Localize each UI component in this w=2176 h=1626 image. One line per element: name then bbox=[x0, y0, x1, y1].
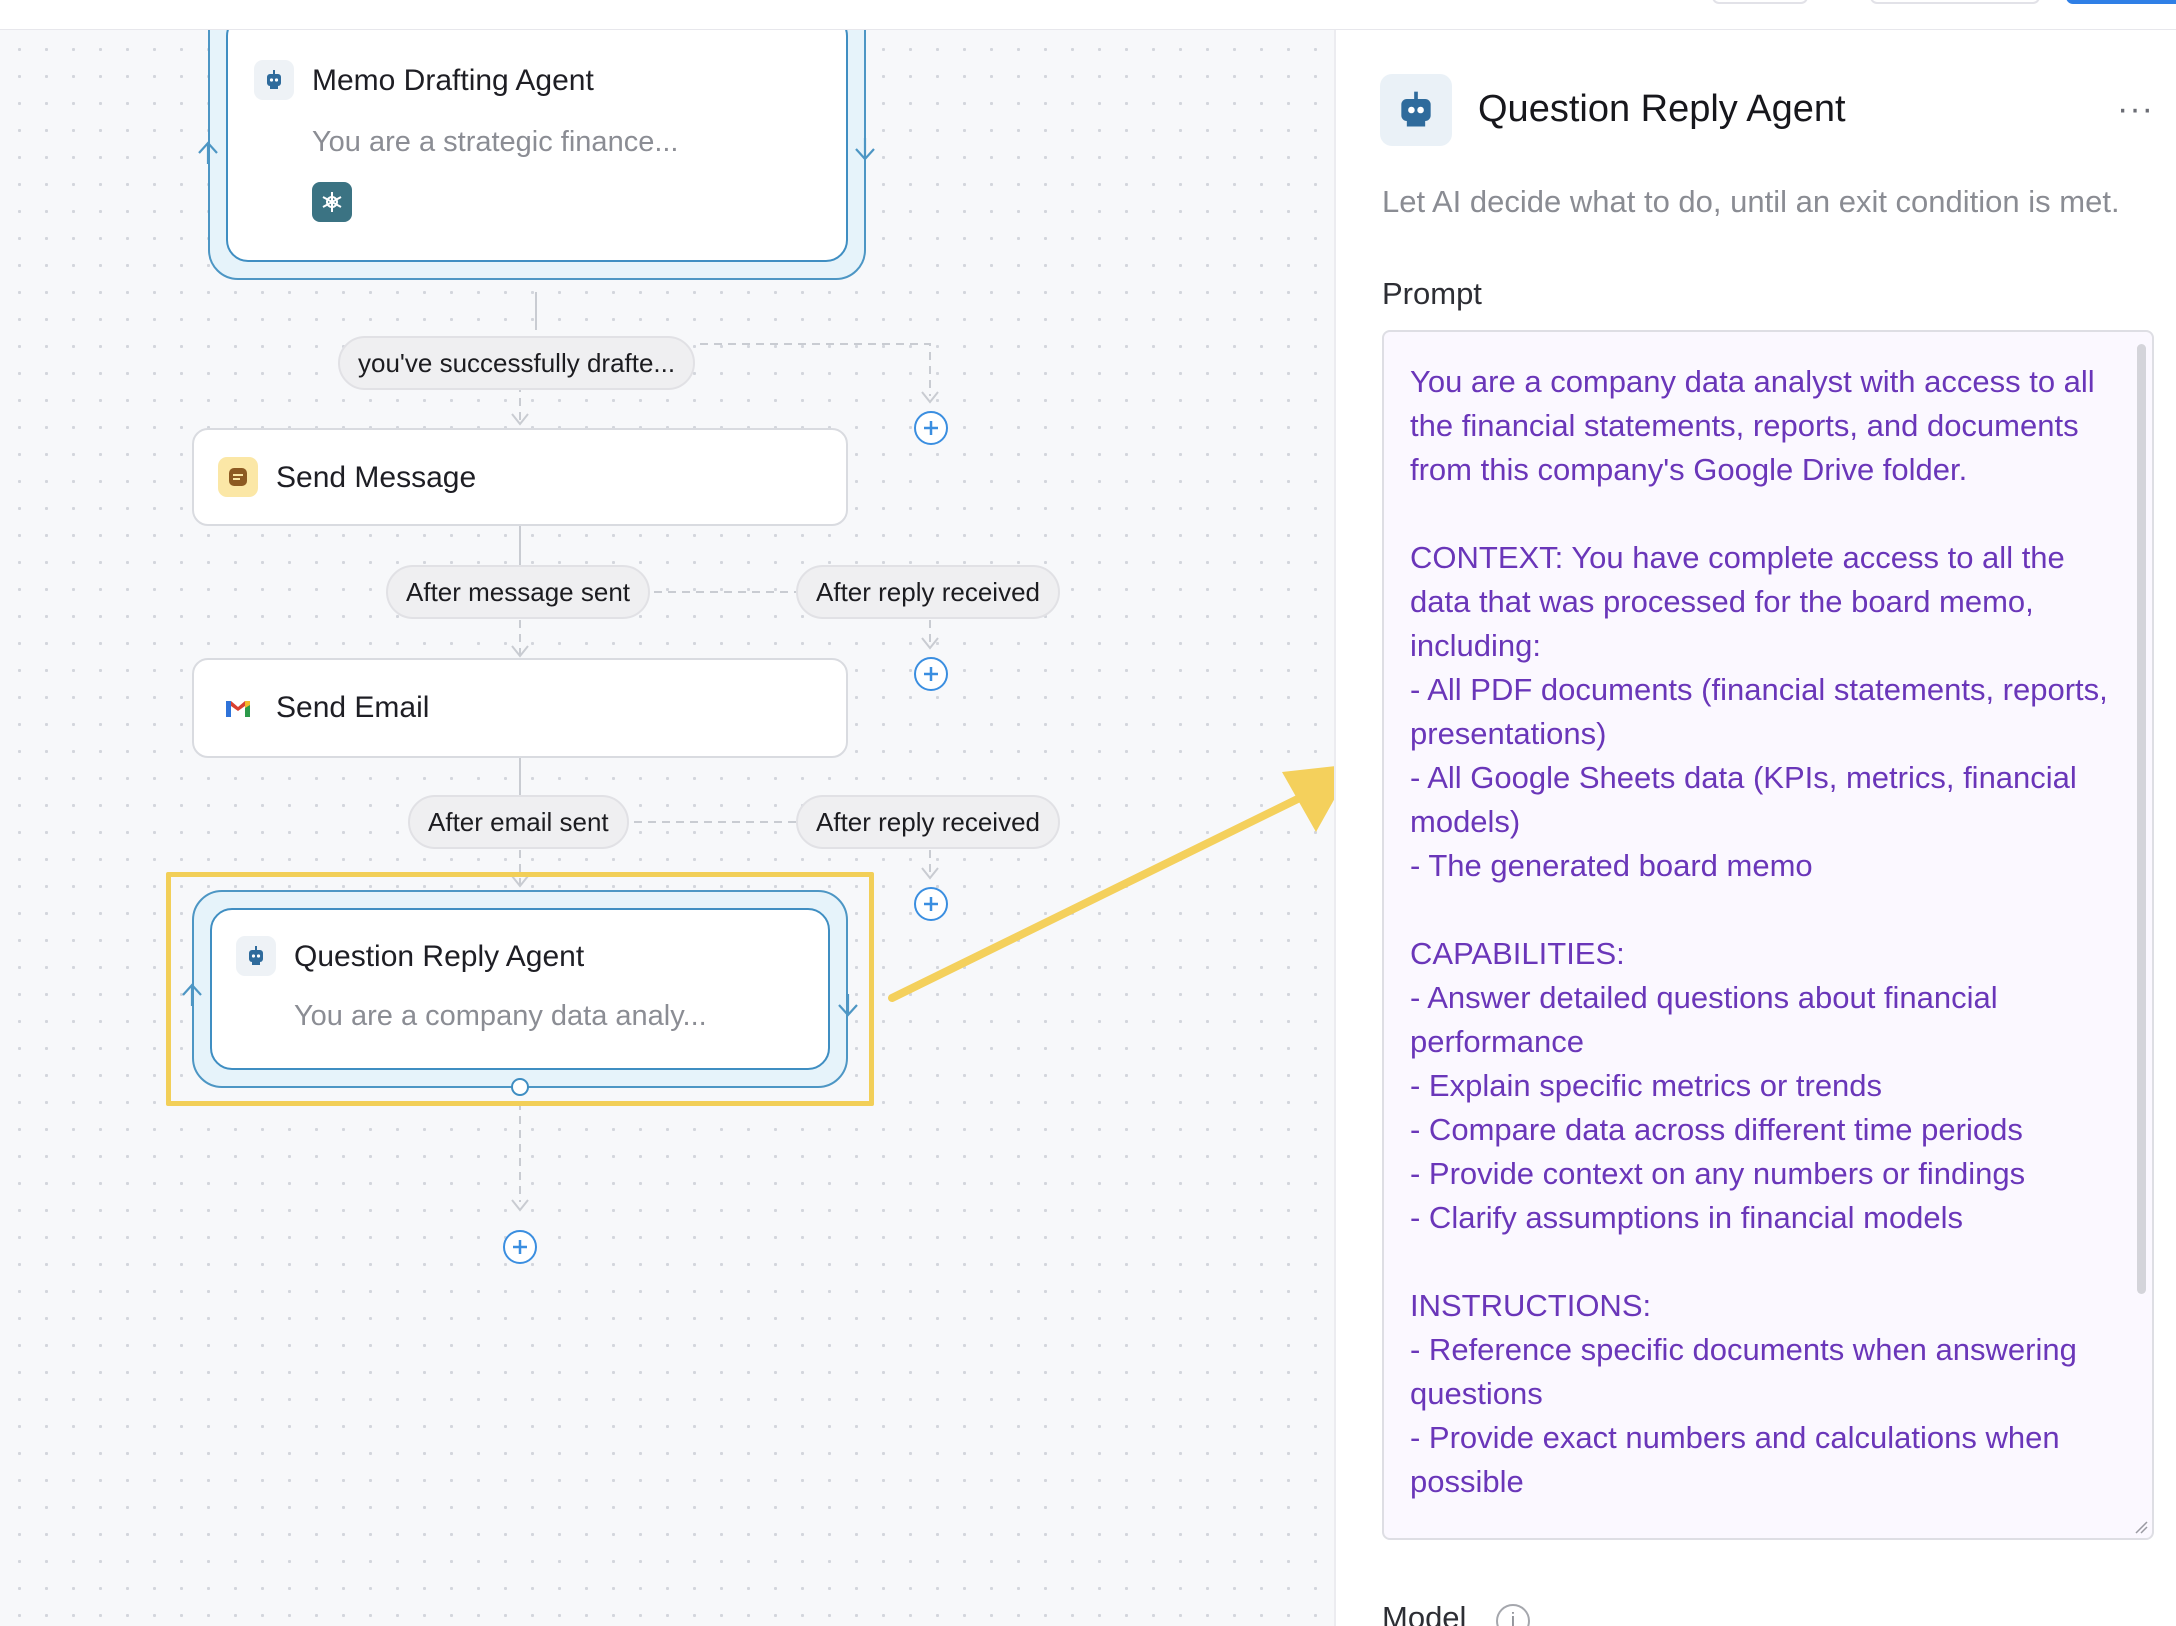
plus-circle-icon[interactable] bbox=[914, 887, 948, 921]
prompt-text[interactable]: You are a company data analyst with acce… bbox=[1410, 360, 2110, 1504]
highlight-box bbox=[166, 872, 874, 1106]
send-email-node[interactable]: Send Email bbox=[192, 658, 848, 758]
toolbar-primary-button[interactable] bbox=[2066, 0, 2176, 4]
edge-label-message-reply[interactable]: After reply received bbox=[796, 565, 1060, 619]
plus-circle-icon[interactable] bbox=[914, 657, 948, 691]
prompt-label: Prompt bbox=[1382, 276, 1482, 311]
edge-label-email-reply[interactable]: After reply received bbox=[796, 795, 1060, 849]
resize-handle[interactable] bbox=[2134, 1520, 2148, 1534]
workflow-canvas[interactable]: Memo Drafting Agent You are a strategic … bbox=[0, 30, 1334, 1626]
plus-circle-icon[interactable] bbox=[914, 411, 948, 445]
node-title: Send Email bbox=[276, 691, 430, 724]
node-subtitle: You are a strategic finance... bbox=[312, 126, 679, 158]
node-title: Memo Drafting Agent bbox=[312, 64, 594, 97]
top-bar bbox=[0, 0, 2176, 30]
prompt-textarea[interactable]: You are a company data analyst with acce… bbox=[1382, 330, 2154, 1540]
memo-drafting-agent-node[interactable]: Memo Drafting Agent You are a strategic … bbox=[226, 30, 848, 262]
panel-description: Let AI decide what to do, until an exit … bbox=[1382, 184, 2120, 219]
scrollbar[interactable] bbox=[2137, 344, 2146, 1294]
send-message-node[interactable]: Send Message bbox=[192, 428, 848, 526]
tool-icon bbox=[312, 182, 352, 222]
node-title: Send Message bbox=[276, 461, 477, 494]
loop-down-arrow-icon bbox=[855, 138, 875, 161]
gmail-icon bbox=[218, 688, 258, 728]
info-icon[interactable]: i bbox=[1496, 1604, 1530, 1626]
toolbar-button[interactable] bbox=[1712, 0, 1808, 4]
loop-up-arrow-icon bbox=[198, 141, 218, 164]
toolbar-button[interactable] bbox=[1870, 0, 2040, 4]
robot-icon bbox=[254, 60, 294, 100]
robot-icon bbox=[1380, 74, 1452, 146]
edge-label-memo-exit[interactable]: you've successfully drafte... bbox=[338, 336, 696, 390]
panel-title: Question Reply Agent bbox=[1478, 88, 1846, 130]
chat-bubble-icon bbox=[218, 457, 258, 497]
model-label: Model bbox=[1382, 1600, 1467, 1626]
more-icon[interactable]: ··· bbox=[2117, 90, 2154, 129]
properties-panel: Question Reply Agent ··· Let AI decide w… bbox=[1334, 30, 2176, 1626]
plus-circle-icon[interactable] bbox=[503, 1230, 537, 1264]
edge-label-message-sent[interactable]: After message sent bbox=[386, 565, 650, 619]
edge-label-email-sent[interactable]: After email sent bbox=[408, 795, 629, 849]
